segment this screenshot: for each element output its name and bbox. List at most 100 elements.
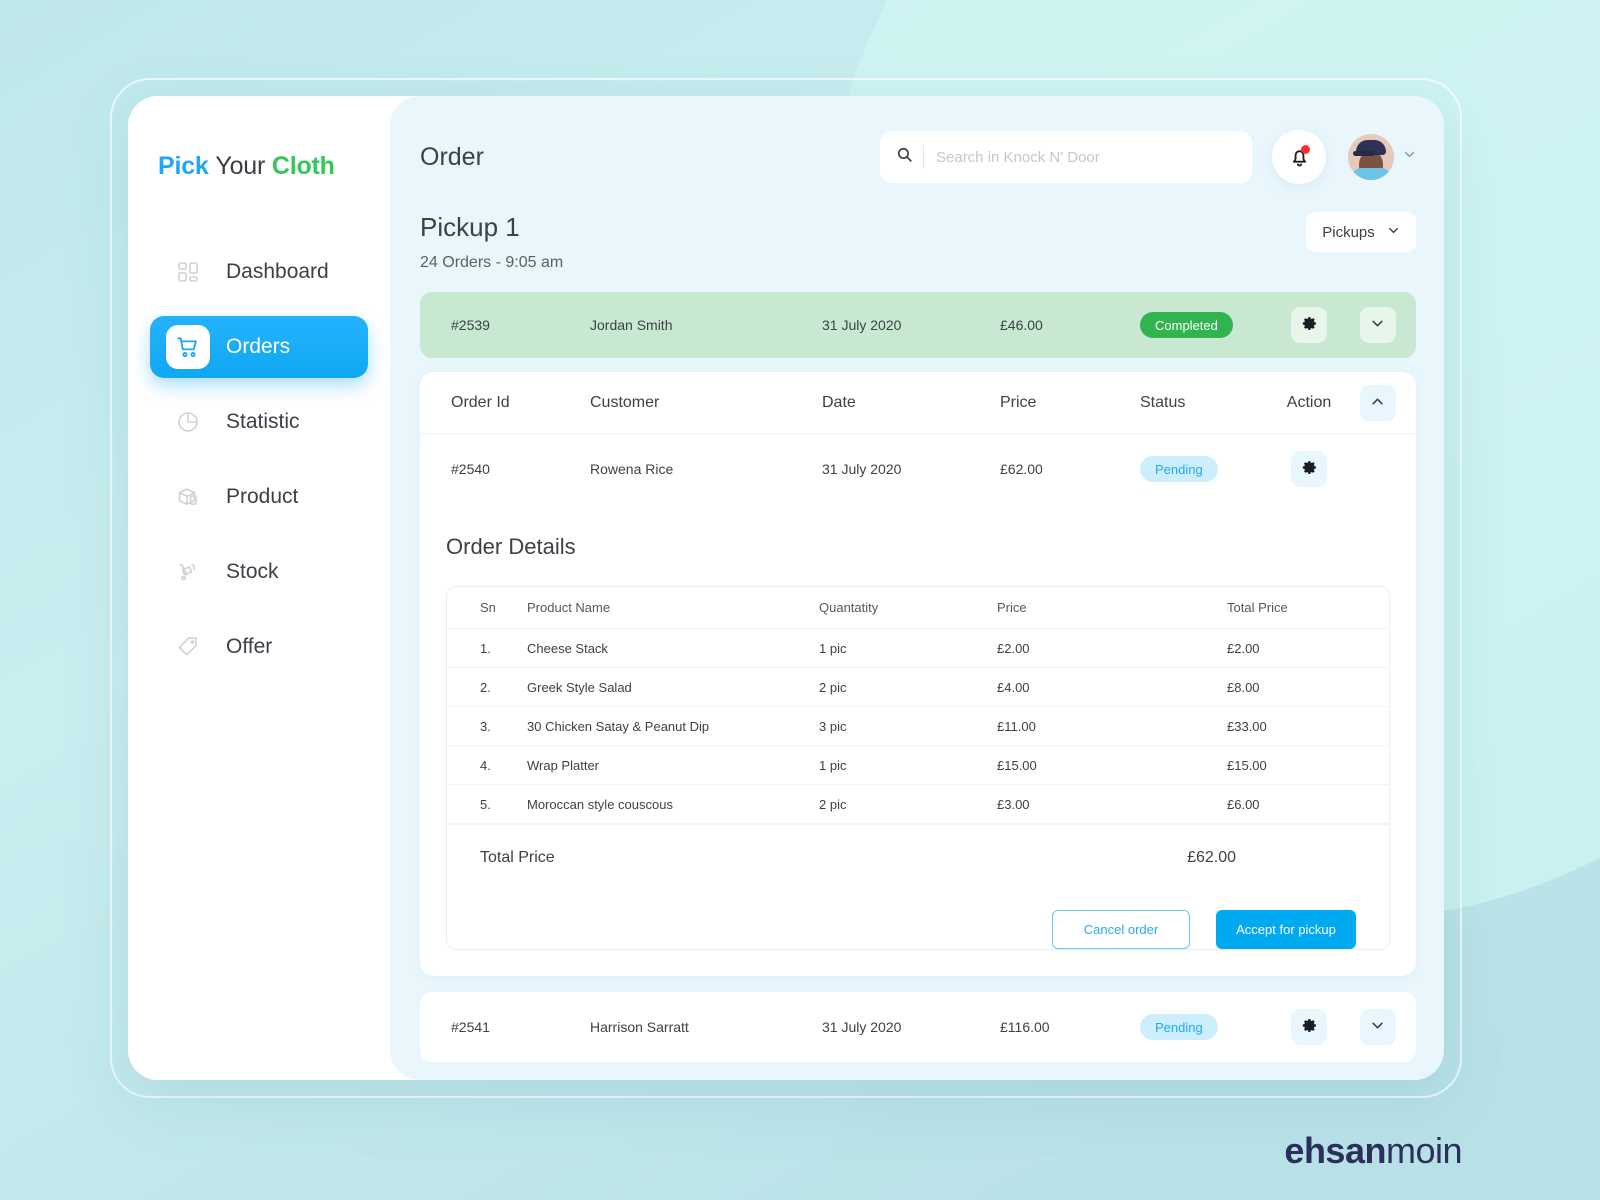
order-price: £46.00 — [1000, 317, 1043, 333]
avatar — [1348, 134, 1394, 180]
column-header-action: Action — [1286, 393, 1332, 411]
item-name: Greek Style Salad — [527, 679, 632, 695]
items-table-header: Sn Product Name Quantatity Price Total P… — [447, 587, 1389, 629]
pickups-dropdown-label: Pickups — [1322, 223, 1375, 241]
brand-word-pick: Pick — [158, 152, 209, 180]
list-item: 2. Greek Style Salad 2 pic £4.00 £8.00 — [447, 668, 1389, 707]
expanded-order-card: Order Id Customer Date Price Status Acti… — [420, 372, 1416, 976]
row-settings-button[interactable] — [1291, 1009, 1327, 1045]
price-tag-icon — [166, 625, 210, 669]
order-details-title: Order Details — [446, 534, 576, 559]
app-window: Pick Your Cloth Dashboard Orders Statist… — [128, 96, 1444, 1080]
item-sn: 3. — [480, 718, 491, 734]
brand-word-cloth: Cloth — [271, 152, 335, 180]
watermark-bold: ehsan — [1284, 1130, 1386, 1171]
accept-for-pickup-button[interactable]: Accept for pickup — [1216, 910, 1356, 949]
pickup-header: Pickup 1 24 Orders - 9:05 am Pickups — [420, 212, 1416, 272]
chevron-down-icon — [1370, 316, 1385, 334]
item-price: £2.00 — [997, 640, 1030, 656]
order-actions: Cancel order Accept for pickup — [447, 890, 1389, 949]
row-expand-button[interactable] — [1359, 307, 1396, 343]
chevron-down-icon — [1387, 224, 1400, 241]
order-date: 31 July 2020 — [822, 461, 902, 477]
item-total: £33.00 — [1227, 718, 1267, 734]
item-name: Moroccan style couscous — [527, 796, 673, 812]
column-header-price: Price — [997, 600, 1027, 615]
search-input[interactable] — [936, 148, 1236, 166]
chevron-up-icon — [1370, 394, 1385, 412]
item-qty: 3 pic — [819, 718, 847, 734]
item-price: £11.00 — [997, 718, 1036, 734]
item-total: £6.00 — [1227, 796, 1260, 812]
sidebar-item-statistic[interactable]: Statistic — [150, 391, 368, 453]
order-customer: Rowena Rice — [590, 461, 674, 477]
column-header-status: Status — [1140, 393, 1186, 411]
notification-dot — [1301, 145, 1310, 154]
row-settings-button[interactable] — [1291, 451, 1327, 487]
table-row[interactable]: #2540 Rowena Rice 31 July 2020 £62.00 Pe… — [420, 434, 1416, 504]
watermark-light: moin — [1385, 1130, 1463, 1171]
shopping-cart-icon — [166, 325, 210, 369]
item-price: £4.00 — [997, 679, 1030, 695]
search-divider — [923, 145, 924, 169]
box-package-icon — [166, 475, 210, 519]
table-row[interactable]: #2539 Jordan Smith 31 July 2020 £46.00 C… — [420, 292, 1416, 358]
search-bar[interactable] — [880, 131, 1252, 183]
row-collapse-button[interactable] — [1359, 384, 1396, 421]
row-settings-button[interactable] — [1291, 307, 1327, 343]
item-name: Wrap Platter — [527, 757, 600, 773]
chevron-down-icon — [1370, 1018, 1385, 1036]
sidebar-item-label: Stock — [226, 560, 279, 583]
item-sn: 5. — [480, 796, 491, 812]
watermark: ehsanmoin — [1284, 1130, 1462, 1172]
sidebar-item-offer[interactable]: Offer — [150, 616, 368, 678]
total-price-label: Total Price — [480, 848, 555, 866]
sidebar-item-orders[interactable]: Orders — [150, 316, 368, 378]
item-price: £3.00 — [997, 796, 1030, 812]
column-header-order-id: Order Id — [451, 393, 510, 411]
order-price: £62.00 — [1000, 461, 1043, 477]
status-badge: Completed — [1140, 312, 1233, 338]
search-icon — [896, 146, 913, 168]
profile-menu[interactable] — [1348, 134, 1416, 180]
total-price-value: £62.00 — [1187, 848, 1236, 866]
item-name: 30 Chicken Satay & Peanut Dip — [527, 718, 710, 734]
column-header-sn: Sn — [480, 600, 496, 615]
sidebar-item-dashboard[interactable]: Dashboard — [150, 241, 368, 303]
orders-table-header: Order Id Customer Date Price Status Acti… — [420, 372, 1416, 434]
pickups-dropdown[interactable]: Pickups — [1306, 212, 1416, 252]
main-content: Order Search in Knock N' Door Pickup 1 2… — [390, 96, 1444, 1080]
order-id: #2539 — [451, 317, 490, 333]
order-row-card: #2541 Harrison Sarratt 31 July 2020 £116… — [420, 992, 1416, 1062]
column-header-date: Date — [822, 393, 856, 411]
sidebar: Pick Your Cloth Dashboard Orders Statist… — [128, 96, 390, 1080]
row-expand-button[interactable] — [1359, 1009, 1396, 1045]
item-sn: 1. — [480, 640, 491, 656]
gear-icon — [1301, 459, 1318, 479]
order-date: 31 July 2020 — [822, 1019, 902, 1035]
list-item: 5. Moroccan style couscous 2 pic £3.00 £… — [447, 785, 1389, 824]
column-header-product-name: Product Name — [527, 600, 611, 615]
pickup-title: Pickup 1 — [420, 212, 520, 242]
status-badge: Pending — [1140, 456, 1218, 482]
order-price: £116.00 — [1000, 1019, 1050, 1035]
item-qty: 1 pic — [819, 757, 847, 773]
order-id: #2540 — [451, 461, 490, 477]
table-row[interactable]: #2541 Harrison Sarratt 31 July 2020 £116… — [420, 992, 1416, 1062]
gear-icon — [1301, 1017, 1318, 1037]
cancel-order-button[interactable]: Cancel order — [1052, 910, 1190, 949]
sidebar-item-product[interactable]: Product — [150, 466, 368, 528]
order-items-table: Sn Product Name Quantatity Price Total P… — [446, 586, 1390, 950]
status-badge: Pending — [1140, 1014, 1218, 1040]
gear-icon — [1301, 315, 1318, 335]
item-total: £2.00 — [1227, 640, 1260, 656]
chevron-down-icon — [1403, 148, 1416, 166]
page-title: Order — [420, 142, 484, 171]
sidebar-item-stock[interactable]: Stock — [150, 541, 368, 603]
item-qty: 1 pic — [819, 640, 847, 656]
list-item: 1. Cheese Stack 1 pic £2.00 £2.00 — [447, 629, 1389, 668]
sidebar-item-label: Product — [226, 485, 299, 508]
sidebar-nav: Dashboard Orders Statistic Product Stock… — [128, 241, 390, 678]
notifications-button[interactable] — [1272, 130, 1326, 184]
sidebar-item-label: Statistic — [226, 410, 300, 433]
